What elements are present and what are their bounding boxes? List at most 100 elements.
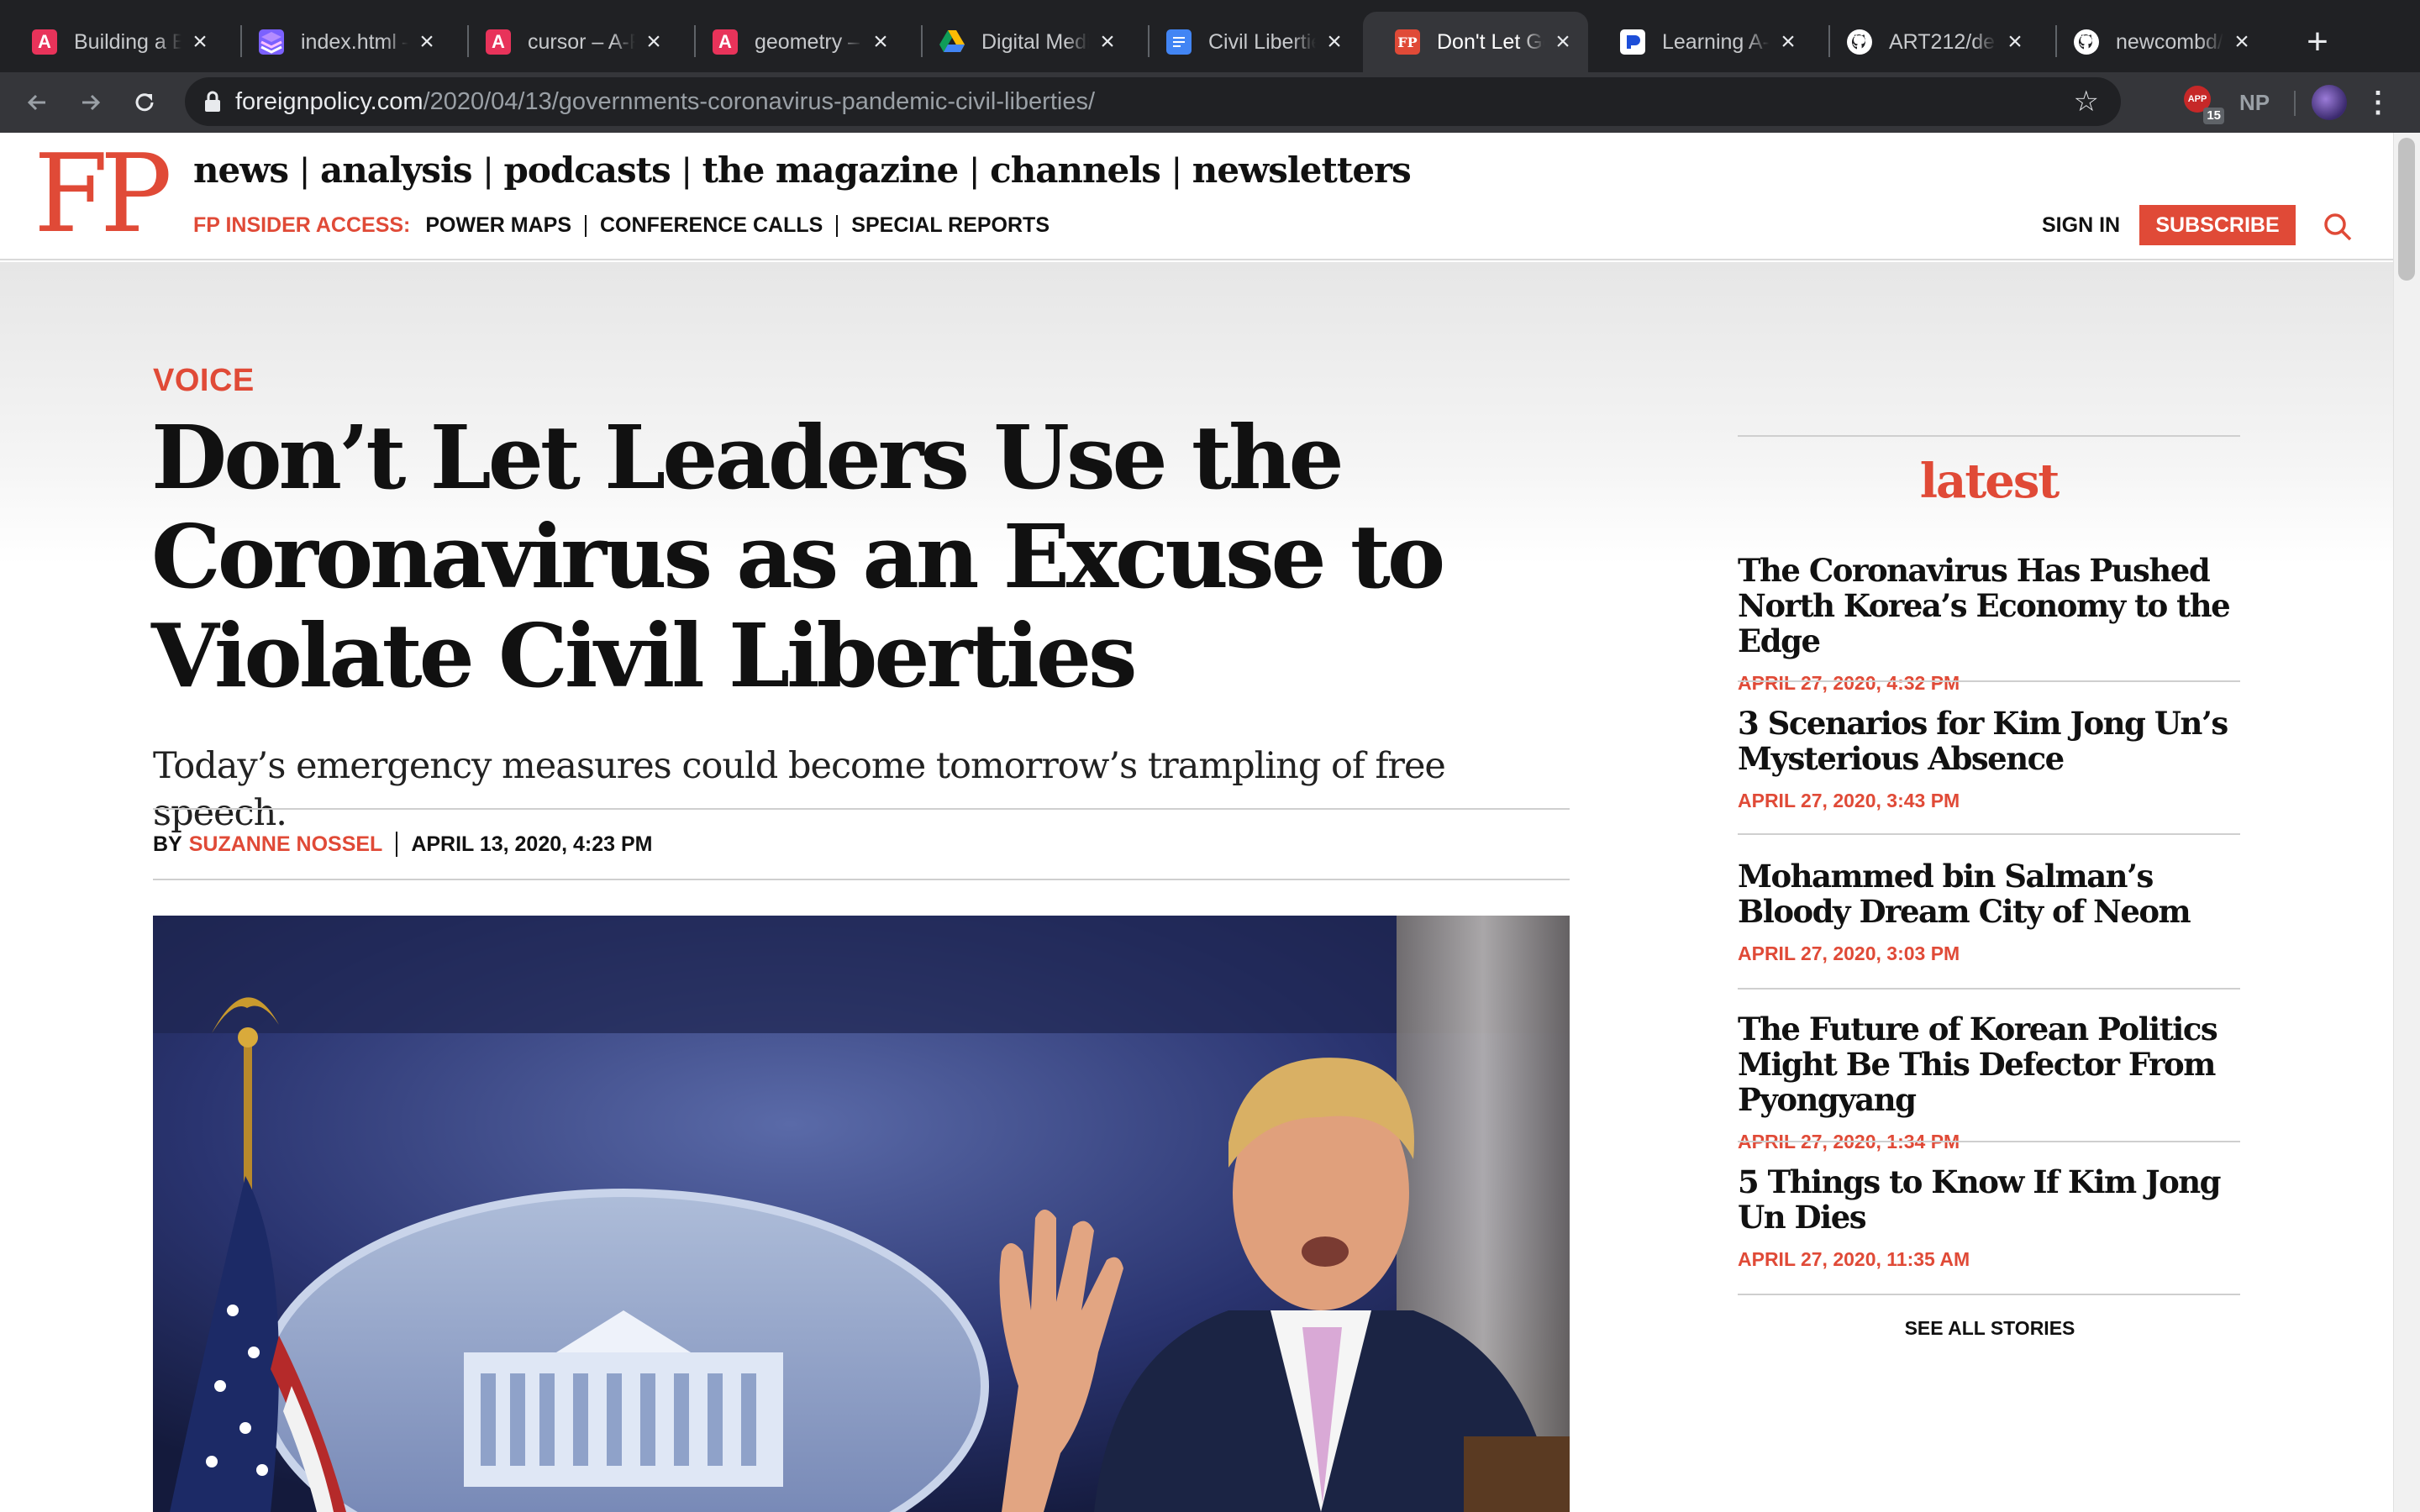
tab-title: geometry – / <box>755 29 862 54</box>
byline-separator <box>396 832 398 857</box>
search-button[interactable] <box>2321 210 2354 244</box>
browser-tab[interactable]: index.html – × <box>227 12 452 72</box>
nav-channels[interactable]: channels <box>990 150 1161 191</box>
see-all-stories-link[interactable]: SEE ALL STORIES <box>1738 1317 2242 1340</box>
nav-the-magazine[interactable]: the magazine <box>702 150 960 191</box>
url-path: /2020/04/13/governments-coronavirus-pand… <box>423 87 1095 115</box>
browser-tab[interactable]: Learning A-F × <box>1588 12 1813 72</box>
close-tab-icon[interactable]: × <box>1097 29 1118 55</box>
story-title[interactable]: 5 Things to Know If Kim Jong Un Dies <box>1738 1164 2242 1235</box>
main-nav: news | analysis | podcasts | the magazine | … <box>193 150 1412 191</box>
reload-icon <box>135 93 154 112</box>
adobe-favicon-icon: A <box>486 29 511 55</box>
tab-title: Don't Let Go <box>1437 29 1544 54</box>
insider-nav: FP INSIDER ACCESS: POWER MAPS CONFERENCE… <box>193 213 1050 238</box>
site-header: FP news | analysis | podcasts | the magazin… <box>0 133 2393 260</box>
adobe-favicon-icon: A <box>32 29 57 55</box>
latest-story-item[interactable]: The Future of Korean Politics Might Be T… <box>1738 1011 2242 1153</box>
tab-title: index.html – <box>301 29 408 54</box>
browser-tab[interactable]: A cursor – A-F × <box>454 12 679 72</box>
page-scrollbar[interactable] <box>2393 133 2420 1512</box>
back-button[interactable] <box>13 72 60 133</box>
insider-link-conference-calls[interactable]: CONFERENCE CALLS <box>600 213 823 238</box>
press-briefing-photo <box>153 916 1570 1512</box>
extension-app-button[interactable]: APP 15 <box>2180 81 2224 124</box>
browser-tab[interactable]: A Building a B × <box>0 12 225 72</box>
fp-logo[interactable]: FP <box>34 141 172 249</box>
browser-tab[interactable]: newcombd/l × <box>2042 12 2267 72</box>
google-drive-icon <box>939 29 965 55</box>
story-title[interactable]: Mohammed bin Salman’s Bloody Dream City … <box>1738 858 2242 929</box>
latest-story-item[interactable]: The Coronavirus Has Pushed North Korea’s… <box>1738 553 2242 695</box>
insider-link-power-maps[interactable]: POWER MAPS <box>425 213 571 238</box>
divider <box>1738 1294 2240 1295</box>
browser-tab-active[interactable]: FP Don't Let Go × <box>1363 12 1588 72</box>
browser-tab-strip: A Building a B × index.html – × A cursor… <box>0 0 2420 72</box>
close-tab-icon[interactable]: × <box>1553 29 1573 55</box>
author-link[interactable]: SUZANNE NOSSEL <box>189 832 383 857</box>
browser-tab[interactable]: Digital Medi × <box>908 12 1133 72</box>
profile-avatar[interactable] <box>2307 81 2351 124</box>
tab-title: Civil Libertie <box>1208 29 1316 54</box>
article-kicker[interactable]: VOICE <box>153 363 255 399</box>
close-tab-icon[interactable]: × <box>2232 29 2252 55</box>
close-tab-icon[interactable]: × <box>871 29 891 55</box>
divider <box>1738 988 2240 990</box>
stack-favicon-icon <box>259 29 284 55</box>
fp-favicon-icon: FP <box>1395 29 1420 55</box>
nav-analysis[interactable]: analysis <box>320 150 473 191</box>
tab-title: Digital Medi <box>981 29 1089 54</box>
tab-title: ART212/des <box>1889 29 1996 54</box>
browser-tab[interactable]: ART212/des × <box>1815 12 2040 72</box>
github-icon <box>1847 29 1872 55</box>
nav-newsletters[interactable]: newsletters <box>1192 150 1412 191</box>
story-title[interactable]: The Future of Korean Politics Might Be T… <box>1738 1011 2242 1117</box>
reload-button[interactable] <box>121 72 168 133</box>
avatar-image <box>2312 85 2347 120</box>
byline-by: BY <box>153 832 182 856</box>
google-docs-icon <box>1166 29 1192 55</box>
url-text: foreignpolicy.com/2020/04/13/governments… <box>235 88 1095 116</box>
latest-story-item[interactable]: 3 Scenarios for Kim Jong Un’s Mysterious… <box>1738 706 2242 812</box>
bookmark-star-icon[interactable]: ☆ <box>2074 86 2099 118</box>
extension-badge-count: 15 <box>2203 108 2224 124</box>
tab-title: newcombd/l <box>2116 29 2223 54</box>
insider-link-special-reports[interactable]: SPECIAL REPORTS <box>851 213 1050 238</box>
story-date: APRIL 27, 2020, 3:03 PM <box>1738 942 1960 964</box>
learning-favicon-icon <box>1620 29 1645 55</box>
nav-separator: | <box>1171 150 1181 190</box>
tab-title: cursor – A-F <box>528 29 635 54</box>
latest-heading: latest <box>1919 454 2060 509</box>
new-tab-button[interactable]: + <box>2294 18 2341 66</box>
toolbar-divider <box>2294 91 2296 116</box>
adobe-favicon-icon: A <box>713 29 738 55</box>
nav-podcasts[interactable]: podcasts <box>503 150 671 191</box>
nav-separator <box>836 214 839 237</box>
close-tab-icon[interactable]: × <box>1778 29 1798 55</box>
story-title[interactable]: The Coronavirus Has Pushed North Korea’s… <box>1738 553 2242 659</box>
forward-button[interactable] <box>67 72 114 133</box>
kebab-menu-icon: ⋮ <box>2364 87 2392 118</box>
extension-np-button[interactable]: NP <box>2232 81 2277 124</box>
divider <box>153 879 1570 880</box>
address-bar[interactable]: foreignpolicy.com/2020/04/13/governments… <box>185 77 2121 126</box>
latest-story-item[interactable]: Mohammed bin Salman’s Bloody Dream City … <box>1738 858 2242 965</box>
story-title[interactable]: 3 Scenarios for Kim Jong Un’s Mysterious… <box>1738 706 2242 776</box>
sign-in-link[interactable]: SIGN IN <box>2042 213 2120 238</box>
browser-tab[interactable]: Civil Libertie × <box>1134 12 1360 72</box>
latest-story-item[interactable]: 5 Things to Know If Kim Jong Un Dies APR… <box>1738 1164 2242 1271</box>
close-tab-icon[interactable]: × <box>644 29 664 55</box>
nav-news[interactable]: news <box>193 150 289 191</box>
browser-menu-button[interactable]: ⋮ <box>2361 81 2395 124</box>
close-tab-icon[interactable]: × <box>2005 29 2025 55</box>
close-tab-icon[interactable]: × <box>417 29 437 55</box>
article-hero-image <box>153 916 1570 1512</box>
close-tab-icon[interactable]: × <box>1324 29 1344 55</box>
browser-tab[interactable]: A geometry – / × <box>681 12 906 72</box>
close-tab-icon[interactable]: × <box>190 29 210 55</box>
scrollbar-thumb[interactable] <box>2398 138 2415 281</box>
lock-icon <box>205 91 220 112</box>
article-dek: Today’s emergency measures could become … <box>153 745 1446 834</box>
arrow-left-icon <box>27 94 45 111</box>
subscribe-button[interactable]: SUBSCRIBE <box>2139 205 2296 245</box>
